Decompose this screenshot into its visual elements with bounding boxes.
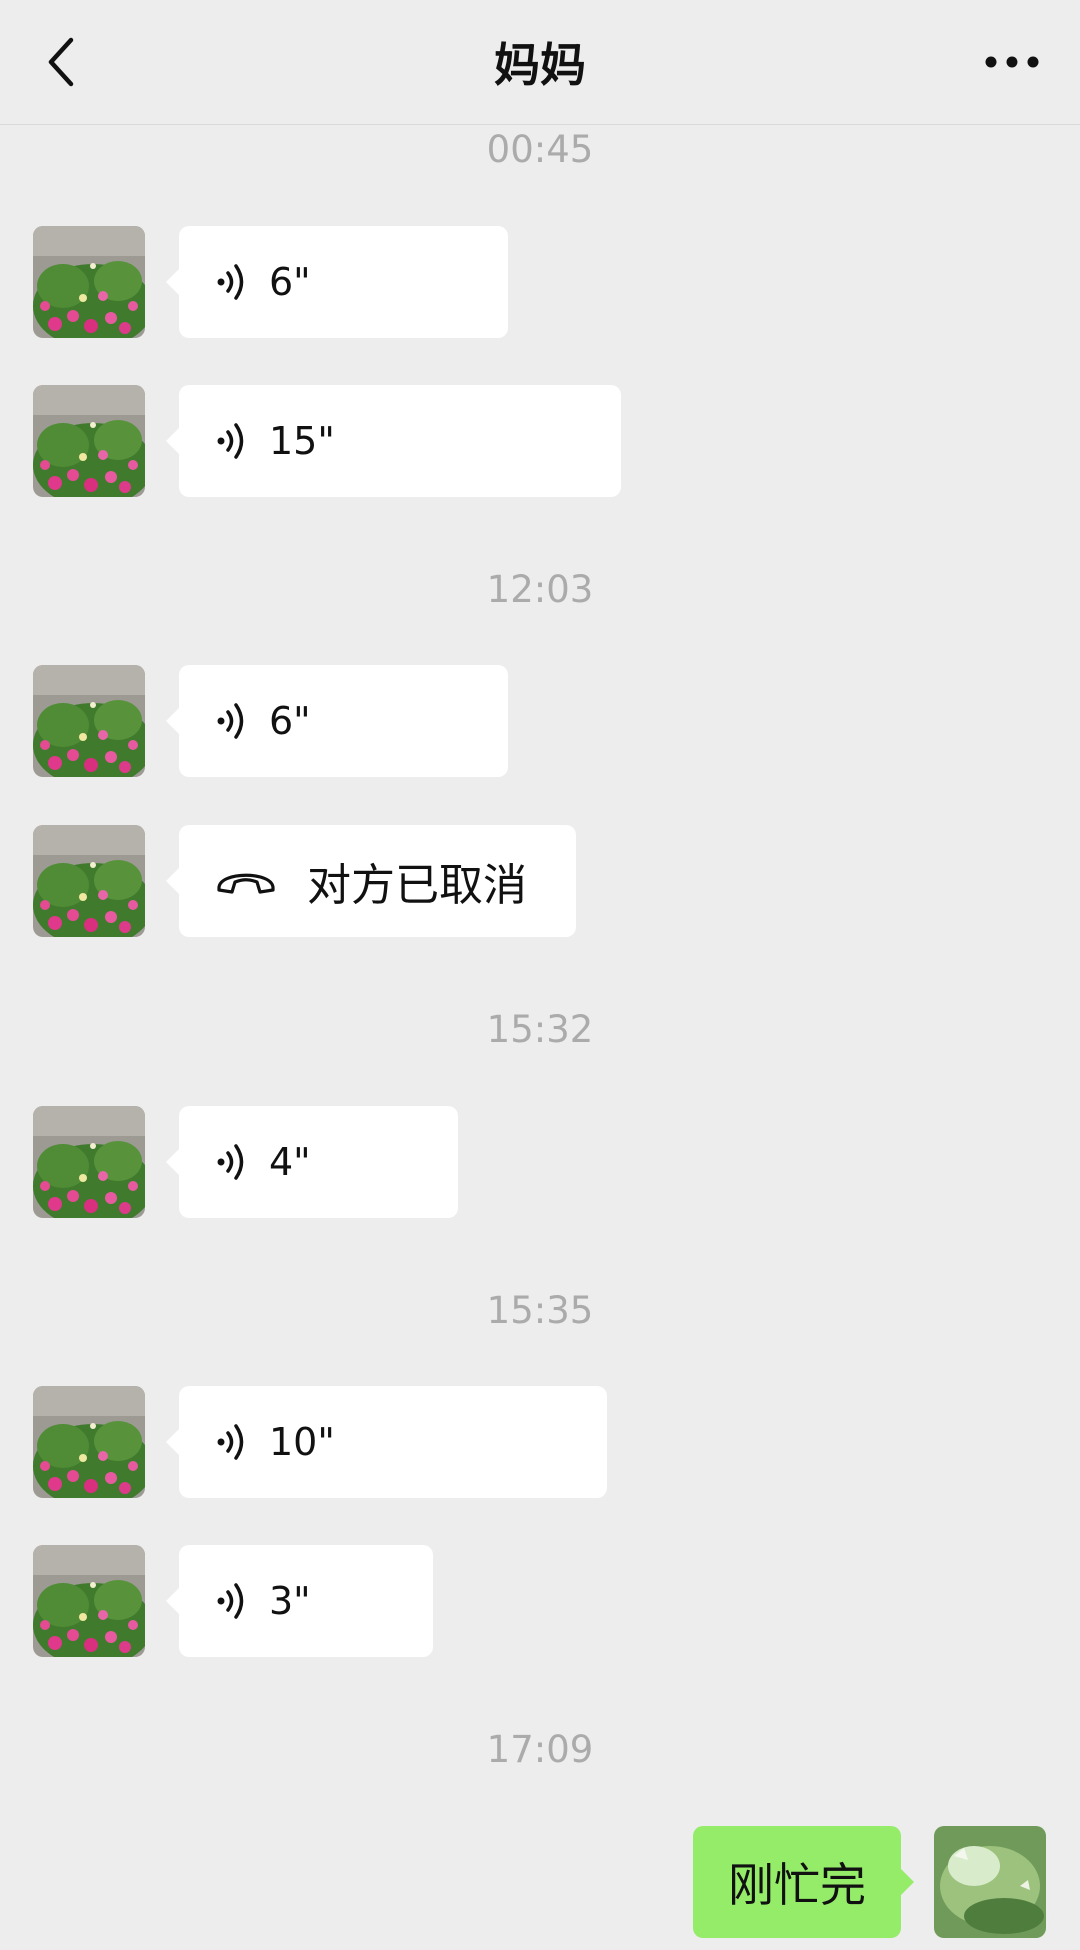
avatar[interactable]	[33, 825, 145, 937]
voice-message-bubble[interactable]: 10"	[166, 1386, 607, 1498]
voice-duration: 4"	[269, 1140, 311, 1184]
call-cancelled-bubble[interactable]: 对方已取消	[166, 825, 576, 937]
avatar[interactable]	[33, 226, 145, 338]
more-horizontal-icon	[985, 56, 1039, 68]
outgoing-text-bubble[interactable]: 刚忙完	[693, 1826, 914, 1938]
timestamp: 00:45	[486, 128, 594, 171]
phone-hangup-icon	[213, 861, 279, 901]
voice-wave-icon	[213, 701, 253, 741]
chat-header: 妈妈	[0, 0, 1080, 125]
avatar[interactable]	[33, 1386, 145, 1498]
call-status-text: 对方已取消	[307, 860, 527, 911]
timestamp: 15:35	[486, 1289, 594, 1332]
more-button[interactable]	[972, 22, 1052, 102]
my-avatar[interactable]	[934, 1826, 1046, 1938]
voice-wave-icon	[213, 1422, 253, 1462]
avatar[interactable]	[33, 1545, 145, 1657]
voice-duration: 10"	[269, 1420, 335, 1464]
voice-message-bubble[interactable]: 6"	[166, 226, 508, 338]
timestamp: 12:03	[486, 568, 594, 611]
voice-message-bubble[interactable]: 15"	[166, 385, 621, 497]
voice-duration: 6"	[269, 699, 311, 743]
voice-message-bubble[interactable]: 3"	[166, 1545, 433, 1657]
voice-duration: 15"	[269, 419, 335, 463]
avatar[interactable]	[33, 665, 145, 777]
avatar[interactable]	[33, 1106, 145, 1218]
voice-duration: 3"	[269, 1579, 311, 1623]
voice-message-bubble[interactable]: 4"	[166, 1106, 458, 1218]
voice-wave-icon	[213, 262, 253, 302]
timestamp: 15:32	[486, 1008, 594, 1051]
voice-message-bubble[interactable]: 6"	[166, 665, 508, 777]
voice-wave-icon	[213, 1142, 253, 1182]
voice-wave-icon	[213, 421, 253, 461]
chat-title: 妈妈	[494, 38, 586, 92]
voice-duration: 6"	[269, 260, 311, 304]
voice-wave-icon	[213, 1581, 253, 1621]
avatar[interactable]	[33, 385, 145, 497]
timestamp: 17:09	[486, 1728, 594, 1771]
